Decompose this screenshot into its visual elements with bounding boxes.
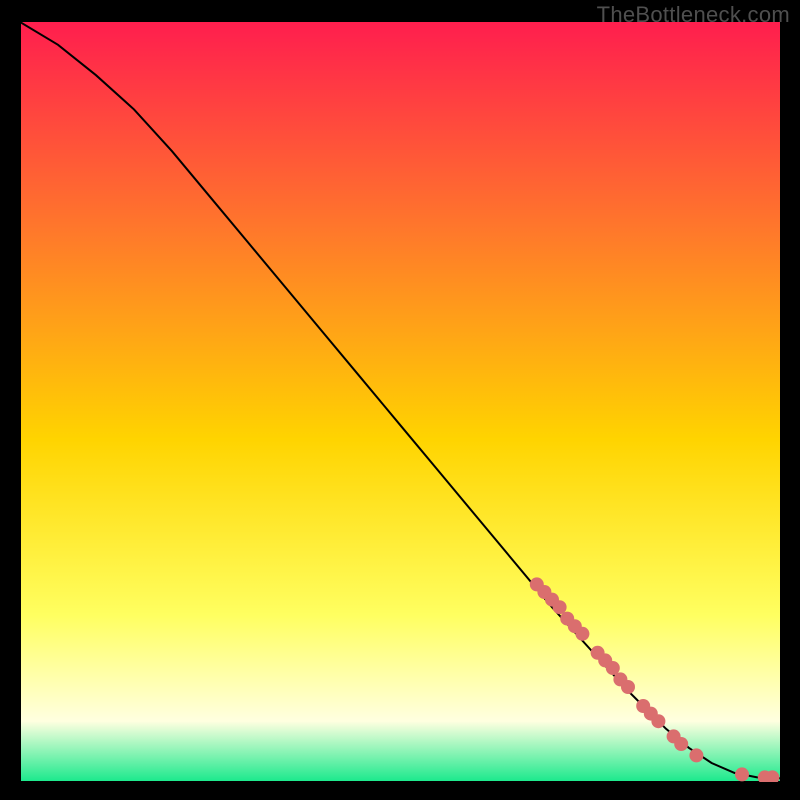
data-marker [674, 737, 688, 751]
data-marker [553, 600, 567, 614]
chart-plot [20, 22, 780, 782]
data-marker [735, 767, 749, 781]
data-marker [606, 661, 620, 675]
data-marker [651, 714, 665, 728]
data-marker [621, 680, 635, 694]
watermark-text: TheBottleneck.com [597, 2, 790, 28]
plot-background [20, 22, 780, 782]
data-marker [575, 627, 589, 641]
chart-svg [20, 22, 780, 782]
chart-stage: TheBottleneck.com [0, 0, 800, 800]
data-marker [689, 748, 703, 762]
